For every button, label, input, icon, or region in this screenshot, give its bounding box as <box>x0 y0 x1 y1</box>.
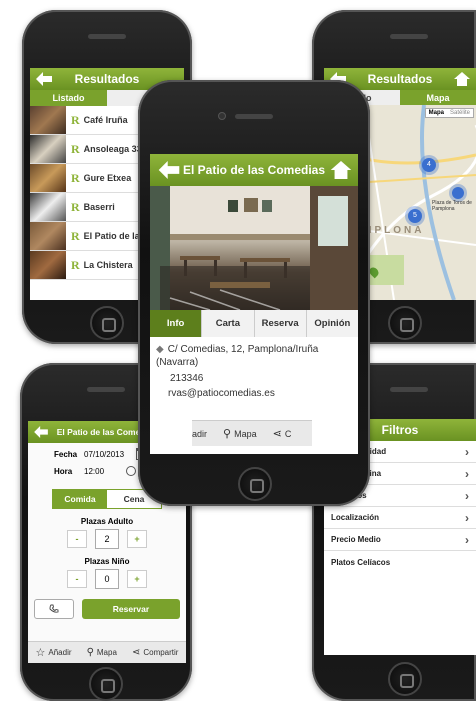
share-button[interactable]: ⋖ C <box>273 427 292 440</box>
star-icon: ☆ <box>35 647 46 659</box>
map-cluster-marker[interactable]: 4 <box>422 158 436 172</box>
children-decrement-button[interactable]: - <box>67 570 87 588</box>
home-button[interactable] <box>90 306 124 340</box>
page-title: Resultados <box>74 72 140 86</box>
adults-stepper: - 2 + <box>28 529 186 549</box>
meal-lunch-button[interactable]: Comida <box>53 490 107 508</box>
page-title: El Patio de las Comedias <box>182 163 326 177</box>
home-button[interactable] <box>388 306 422 340</box>
chevron-right-icon: › <box>465 444 469 459</box>
children-increment-button[interactable]: + <box>127 570 147 588</box>
chevron-right-icon: › <box>465 510 469 525</box>
filter-celiac[interactable]: Platos Celíacos <box>324 551 476 573</box>
home-icon[interactable] <box>330 161 352 179</box>
filter-price[interactable]: Precio Medio › <box>324 529 476 551</box>
restaurant-photo <box>30 106 66 134</box>
front-camera <box>218 112 226 120</box>
map-pin-icon: ⚲ <box>223 428 232 440</box>
share-icon: ⋖ <box>272 428 282 440</box>
map-cluster-marker[interactable]: 5 <box>408 209 422 223</box>
map-type-control: Mapa Satélite <box>424 108 474 118</box>
map-pin-icon: ⚲ <box>86 647 94 658</box>
speaker <box>390 387 428 392</box>
children-label: Plazas Niño <box>84 557 130 566</box>
home-button[interactable] <box>388 662 422 696</box>
detail-phone-number[interactable]: 213346 <box>168 373 206 384</box>
adults-input[interactable]: 2 <box>95 529 119 549</box>
time-value[interactable]: 12:00 <box>84 467 104 476</box>
page-title: Resultados <box>367 72 433 86</box>
home-icon[interactable] <box>454 72 470 86</box>
chevron-right-icon: › <box>465 488 469 503</box>
add-favorite-button[interactable]: adir <box>192 429 207 439</box>
bottom-action-bar: ☆ Añadir ⚲ Mapa ⋖ Compartir <box>28 641 186 663</box>
adults-decrement-button[interactable]: - <box>67 530 87 548</box>
chevron-right-icon: › <box>465 532 469 547</box>
home-button[interactable] <box>89 667 123 701</box>
map-button[interactable]: ⚲ Mapa <box>223 427 257 440</box>
titlebar: El Patio de las Comedias <box>150 154 358 186</box>
location-icon: ◆ <box>156 344 164 355</box>
call-button[interactable] <box>34 599 74 619</box>
add-favorite-button[interactable]: ☆ Añadir <box>36 646 72 659</box>
phone-icon <box>49 604 59 613</box>
back-arrow-icon[interactable] <box>34 426 48 438</box>
tab-reviews[interactable]: Opinión <box>305 310 358 337</box>
date-value[interactable]: 07/10/2013 <box>84 450 124 459</box>
tab-reserve[interactable]: Reserva <box>253 310 306 337</box>
map-cluster-marker[interactable] <box>452 187 464 199</box>
detail-bottom-bar: adir ⚲ Mapa ⋖ C <box>192 420 312 446</box>
info-panel: ◆ C/ Comedias, 12, Pamplona/Iruña (Navar… <box>150 337 358 369</box>
filter-location[interactable]: Localización › <box>324 507 476 529</box>
interior-illustration <box>150 186 358 310</box>
address-row: ◆ C/ Comedias, 12, Pamplona/Iruña <box>156 343 352 356</box>
adults-label: Plazas Adulto <box>80 517 134 526</box>
speaker <box>235 114 273 119</box>
children-input[interactable]: 0 <box>95 569 119 589</box>
reserve-button[interactable]: Reservar <box>82 599 180 619</box>
restaurant-photo <box>30 135 66 163</box>
restaurant-photo <box>30 251 66 279</box>
address-line2: (Navarra) <box>156 357 199 368</box>
plaza-label: Plaza de Toros de Pamplona <box>432 200 472 212</box>
detail-tabs: Info Carta Reserva Opinión <box>150 310 358 337</box>
map-type-satellite-button[interactable]: Satélite <box>447 109 473 117</box>
tab-map[interactable]: Mapa <box>400 90 476 106</box>
back-arrow-icon[interactable] <box>36 72 52 86</box>
tab-info[interactable]: Info <box>150 310 202 337</box>
chevron-right-icon: › <box>465 466 469 481</box>
tab-list[interactable]: Listado <box>30 90 107 106</box>
restaurant-photo <box>30 222 66 250</box>
children-stepper: - 0 + <box>28 569 186 589</box>
clock-icon[interactable] <box>126 466 137 476</box>
map-type-map-button[interactable]: Mapa <box>426 109 447 117</box>
restaurant-photo <box>30 164 66 192</box>
detail-email[interactable]: rvas@patiocomedias.es <box>166 388 277 399</box>
adults-increment-button[interactable]: + <box>127 530 147 548</box>
tab-menu[interactable]: Carta <box>201 310 254 337</box>
restaurant-photo <box>150 186 358 310</box>
screen-detail: El Patio de las Comedias Info Carta Rese… <box>150 154 358 454</box>
speaker <box>87 387 125 392</box>
home-button[interactable] <box>238 467 272 501</box>
back-arrow-icon[interactable] <box>158 161 180 179</box>
action-row: Reservar <box>28 589 186 619</box>
map-button[interactable]: ⚲ Mapa <box>87 647 117 658</box>
address-line1: C/ Comedias, 12, Pamplona/Iruña <box>167 344 319 355</box>
speaker <box>390 34 428 39</box>
restaurant-photo <box>30 193 66 221</box>
page-title: Filtros <box>381 423 419 437</box>
share-icon: ⋖ <box>131 647 141 658</box>
speaker <box>88 34 126 39</box>
share-button[interactable]: ⋖ Compartir <box>132 647 179 658</box>
